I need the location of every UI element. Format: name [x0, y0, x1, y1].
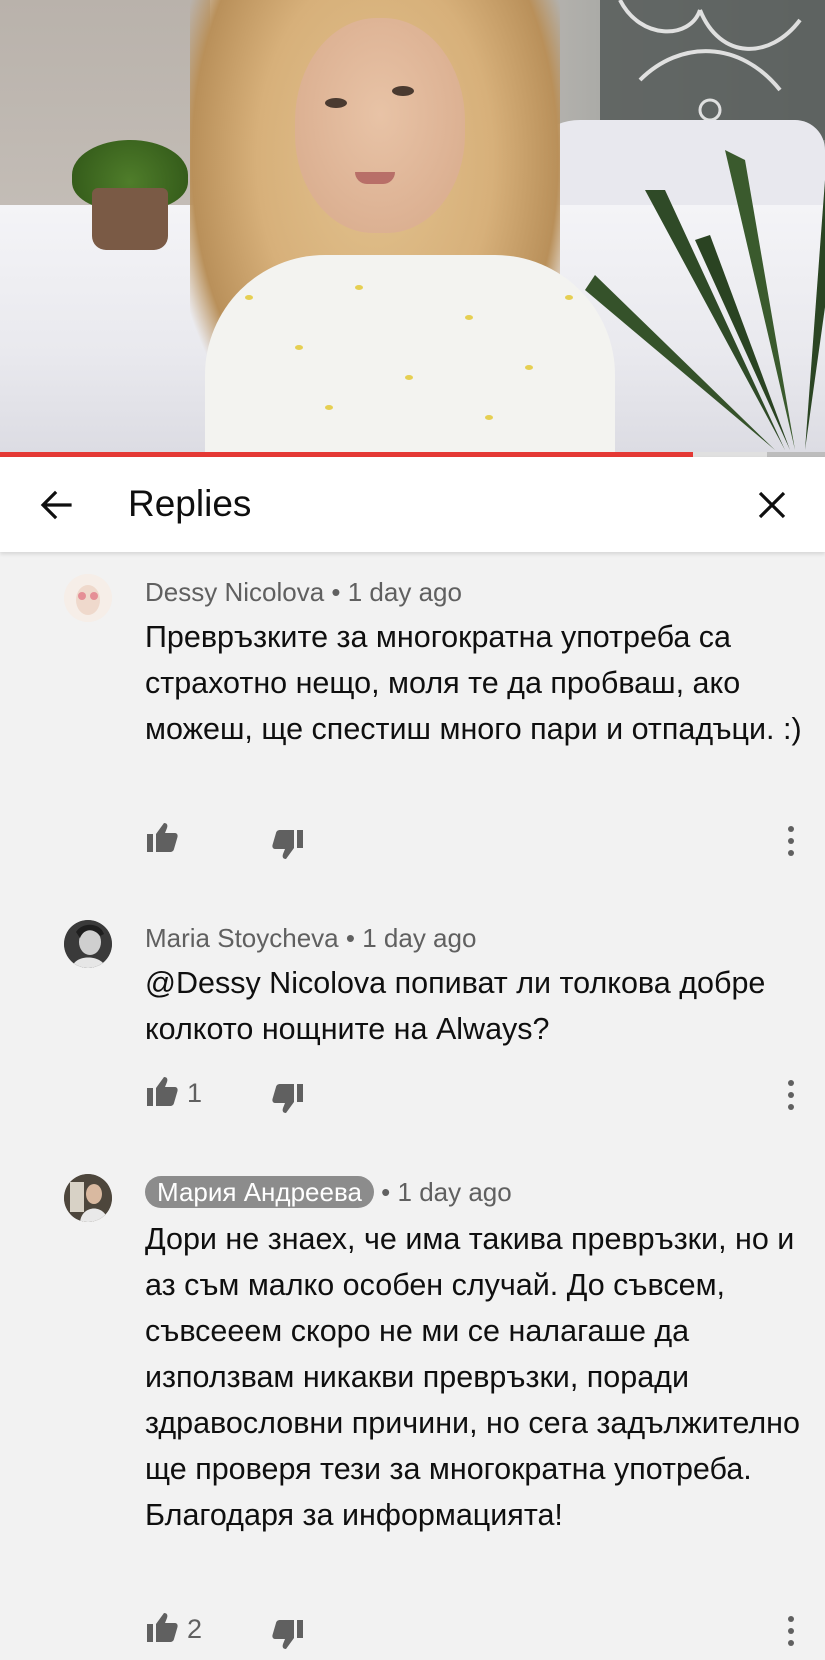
like-count: 2 [187, 1614, 203, 1644]
comment-time: 1 day ago [397, 1177, 512, 1207]
video-frame-mouth [355, 172, 395, 184]
comment-meta: Мария Андреева • 1 day ago [145, 1175, 512, 1209]
video-frame-face [295, 18, 465, 233]
thumb-up-icon[interactable] [145, 1074, 179, 1108]
close-icon[interactable] [752, 485, 792, 525]
comment-text: Превръзките за многократна употреба са с… [145, 620, 802, 746]
more-vert-icon[interactable] [781, 1614, 801, 1648]
video-frame-shirt [205, 255, 615, 452]
comment-actions [145, 820, 805, 864]
comment-text: Дори не знаех, че има такива превръзки, … [145, 1222, 800, 1532]
avatar[interactable] [64, 574, 112, 622]
page-title: Replies [128, 483, 252, 524]
video-frame-eye [325, 98, 347, 108]
more-vert-icon[interactable] [781, 824, 801, 858]
comment-time: 1 day ago [362, 923, 477, 953]
thumb-up-icon[interactable] [145, 820, 179, 854]
thumb-down-icon[interactable] [271, 1082, 305, 1116]
replies-header: Replies [0, 457, 825, 552]
back-arrow-icon[interactable] [36, 485, 76, 525]
comment-actions: 1 [145, 1074, 805, 1118]
comment-time: 1 day ago [347, 577, 462, 607]
video-frame-eye [392, 86, 414, 96]
video-frame-palm [585, 150, 825, 450]
meta-separator: • [345, 923, 355, 953]
comment-author[interactable]: Dessy Nicolova [145, 577, 324, 607]
meta-separator: • [331, 577, 341, 607]
thumb-up-icon[interactable] [145, 1610, 179, 1644]
video-player[interactable] [0, 0, 825, 452]
avatar[interactable] [64, 1174, 112, 1222]
comment-text: @Dessy Nicolova попиват ли толкова добре… [145, 966, 766, 1046]
comment-meta: Dessy Nicolova • 1 day ago [145, 575, 462, 609]
meta-separator: • [381, 1177, 391, 1207]
comment-author[interactable]: Maria Stoycheva [145, 923, 339, 953]
like-count: 1 [187, 1078, 203, 1108]
comment-actions: 2 [145, 1610, 805, 1654]
thumb-down-icon[interactable] [271, 828, 305, 862]
comment-author[interactable]: Мария Андреева [145, 1176, 374, 1208]
video-frame-pot [92, 188, 168, 250]
comment-meta: Maria Stoycheva • 1 day ago [145, 921, 476, 955]
more-vert-icon[interactable] [781, 1078, 801, 1112]
thumb-down-icon[interactable] [271, 1618, 305, 1652]
video-frame-headboard [600, 0, 825, 140]
avatar[interactable] [64, 920, 112, 968]
